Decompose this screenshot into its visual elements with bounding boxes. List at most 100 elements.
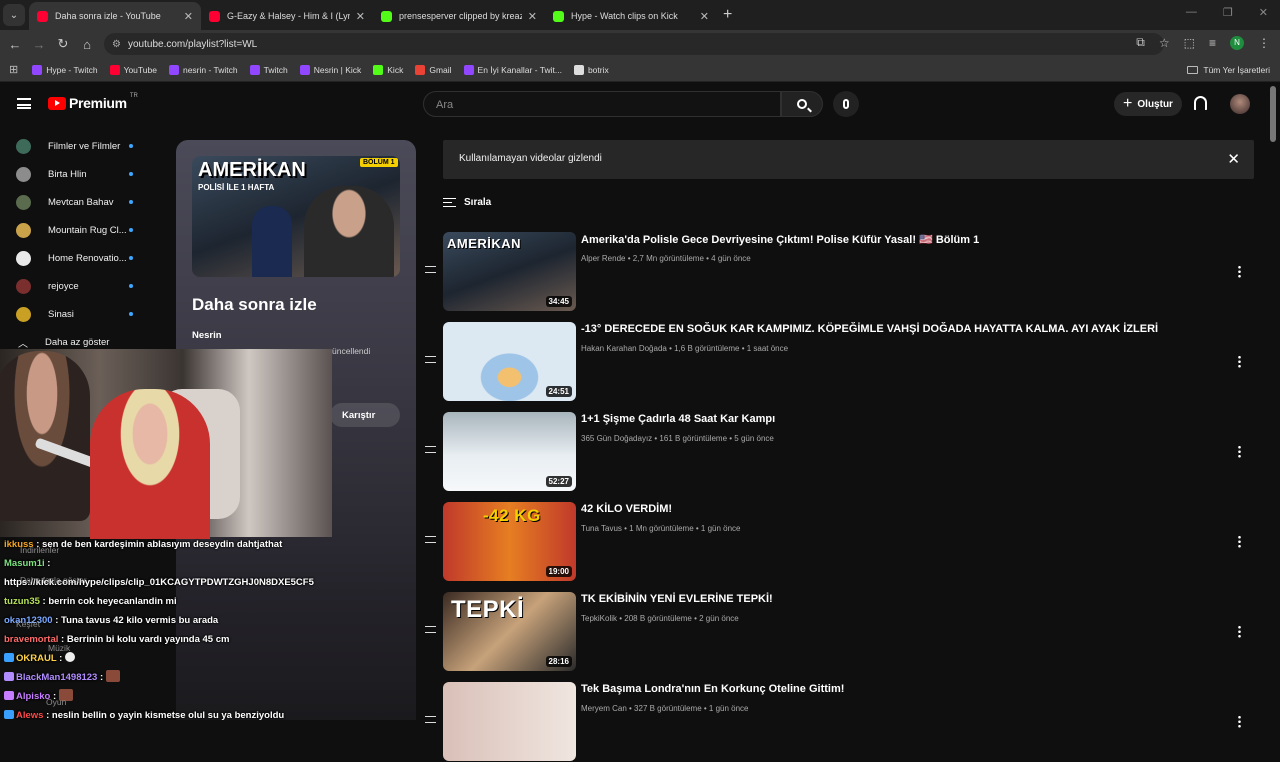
shuffle-button[interactable]: Karıştır [330, 403, 400, 427]
video-title[interactable]: Amerika'da Polisle Gece Devriyesine Çıkt… [581, 233, 979, 246]
video-title[interactable]: TK EKİBİNİN YENİ EVLERİNE TEPKİ! [581, 593, 773, 605]
bookmark-item[interactable]: Twitch [249, 64, 288, 75]
tab-close-icon[interactable]: ✕ [184, 10, 193, 23]
video-channel[interactable]: Meryem Can [581, 704, 627, 713]
bookmark-item[interactable]: Gmail [415, 64, 452, 75]
chat-username[interactable]: OKRAUL [16, 653, 56, 664]
video-title[interactable]: 42 KİLO VERDİM! [581, 503, 672, 515]
video-thumbnail[interactable]: 24:51 [443, 322, 576, 401]
chat-username[interactable]: Masum1i [4, 558, 45, 569]
bookmark-item[interactable]: YouTube [109, 64, 157, 75]
video-channel[interactable]: 365 Gün Doğadayız [581, 434, 652, 443]
chat-username[interactable]: Alews [16, 710, 43, 720]
search-button[interactable] [781, 91, 823, 117]
page-scrollbar[interactable] [1270, 86, 1276, 142]
reload-icon[interactable]: ↻ [51, 36, 75, 52]
drag-handle-icon[interactable] [425, 626, 436, 633]
tab-close-icon[interactable]: ✕ [356, 10, 365, 23]
bookmark-item[interactable]: En İyi Kanallar - Twit... [463, 64, 562, 75]
browser-tab[interactable]: G-Eazy & Halsey - Him & I (Lyri ✕ [201, 2, 373, 30]
minimize-icon[interactable]: — [1186, 6, 1197, 19]
video-channel[interactable]: Hakan Karahan Doğada [581, 344, 667, 353]
hamburger-menu-icon[interactable] [17, 98, 31, 109]
chat-username[interactable]: BlackMan1498123 [16, 672, 97, 683]
sidebar-channel-item[interactable]: Filmler ve Filmler [0, 132, 160, 160]
home-icon[interactable]: ⌂ [75, 37, 99, 52]
sidebar-channel-item[interactable]: Mountain Rug Cl... [0, 216, 160, 244]
video-channel[interactable]: Tuna Tavus [581, 524, 622, 533]
browser-menu-icon[interactable]: ⋮ [1258, 36, 1270, 50]
video-metadata: 365 Gün Doğadayız • 161 B görüntüleme • … [581, 434, 774, 443]
apps-grid-icon[interactable]: ⊞ [9, 63, 18, 76]
video-thumbnail[interactable]: TEPKİ 28:16 [443, 592, 576, 671]
url-bar[interactable]: ⚙ youtube.com/playlist?list=WL [104, 33, 1164, 55]
maximize-icon[interactable]: ❐ [1223, 6, 1233, 19]
video-channel[interactable]: Alper Rende [581, 254, 625, 263]
tab-close-icon[interactable]: ✕ [700, 10, 709, 23]
video-title[interactable]: -13° DERECEDE EN SOĞUK KAR KAMPIMIZ. KÖP… [581, 323, 1158, 335]
sidebar-channel-item[interactable]: rejoyce [0, 272, 160, 300]
more-actions-icon[interactable] [1238, 265, 1241, 278]
sort-button[interactable]: Sırala [443, 197, 491, 208]
bookmark-item[interactable]: Hype - Twitch [32, 64, 98, 75]
close-window-icon[interactable]: ✕ [1259, 6, 1268, 19]
video-thumbnail[interactable] [443, 682, 576, 761]
playlist-thumbnail[interactable]: AMERİKAN POLİSİ İLE 1 HAFTA BÖLÜM 1 [192, 156, 400, 277]
more-actions-icon[interactable] [1238, 625, 1241, 638]
create-button[interactable]: + Oluştur [1114, 92, 1182, 116]
search-input[interactable]: Ara [423, 91, 781, 117]
sidebar-channel-item[interactable]: Sinasi [0, 300, 160, 328]
bookmark-item[interactable]: nesrin - Twitch [168, 64, 238, 75]
sidebar-channel-item[interactable]: Birta Hlin [0, 160, 160, 188]
drag-handle-icon[interactable] [425, 266, 436, 273]
browser-tab[interactable]: Daha sonra izle - YouTube ✕ [29, 2, 201, 30]
playlist-thumb-subtitle: POLİSİ İLE 1 HAFTA [198, 183, 275, 192]
close-icon[interactable]: ✕ [1227, 150, 1240, 168]
video-thumbnail[interactable]: AMERİKAN 34:45 [443, 232, 576, 311]
back-arrow-icon[interactable]: ← [3, 37, 27, 52]
new-tab-plus-icon[interactable]: + [723, 6, 732, 24]
sidebar-channel-item[interactable]: Mevtcan Bahav [0, 188, 160, 216]
video-thumbnail[interactable]: -42 KG 19:00 [443, 502, 576, 581]
video-title[interactable]: 1+1 Şişme Çadırla 48 Saat Kar Kampı [581, 413, 775, 425]
drag-handle-icon[interactable] [425, 536, 436, 543]
youtube-premium-logo[interactable]: Premium TR [48, 93, 138, 111]
bookmark-star-icon[interactable]: ☆ [1159, 36, 1170, 50]
playlist-video-row[interactable]: Tek Başıma Londra'nın En Korkunç Oteline… [420, 682, 1250, 762]
video-thumbnail[interactable]: 52:27 [443, 412, 576, 491]
bookmark-item[interactable]: botrix [573, 64, 609, 75]
bookmark-item[interactable]: Nesrin | Kick [299, 64, 361, 75]
all-bookmarks-label: Tüm Yer İşaretleri [1203, 64, 1270, 75]
playlist-video-row[interactable]: TEPKİ 28:16 TK EKİBİNİN YENİ EVLERİNE TEPK… [420, 592, 1250, 672]
more-actions-icon[interactable] [1238, 535, 1241, 548]
profile-avatar[interactable]: N [1230, 35, 1244, 50]
media-controls-icon[interactable]: ≡ [1209, 36, 1216, 50]
more-actions-icon[interactable] [1238, 355, 1241, 368]
all-bookmarks-folder[interactable]: Tüm Yer İşaretleri [1187, 65, 1270, 75]
playlist-video-row[interactable]: 24:51 -13° DERECEDE EN SOĞUK KAR KAMPIMIZ… [420, 322, 1250, 402]
drag-handle-icon[interactable] [425, 446, 436, 453]
playlist-video-row[interactable]: 52:27 1+1 Şişme Çadırla 48 Saat Kar Kampı… [420, 412, 1250, 492]
voice-search-button[interactable] [833, 91, 859, 117]
site-info-icon[interactable]: ⚙ [112, 39, 121, 50]
forward-arrow-icon[interactable]: → [27, 37, 51, 52]
drag-handle-icon[interactable] [425, 356, 436, 363]
playlist-video-row[interactable]: -42 KG 19:00 42 KİLO VERDİM! Tuna Tavus • 1… [420, 502, 1250, 582]
tab-search-chevron-icon[interactable]: ⌄ [3, 4, 25, 26]
playlist-video-row[interactable]: AMERİKAN 34:45 Amerika'da Polisle Gece Dev… [420, 232, 1250, 312]
bookmark-item[interactable]: Kick [373, 64, 403, 75]
browser-tab[interactable]: prensesperver clipped by kreazi ✕ [373, 2, 545, 30]
playlist-owner[interactable]: Nesrin [192, 330, 222, 341]
account-avatar[interactable] [1230, 94, 1250, 114]
browser-tab[interactable]: Hype - Watch clips on Kick ✕ [545, 2, 717, 30]
more-actions-icon[interactable] [1238, 445, 1241, 458]
tab-close-icon[interactable]: ✕ [528, 10, 537, 23]
sidebar-channel-item[interactable]: Home Renovatio... [0, 244, 160, 272]
cast-icon[interactable]: ⧉ [1136, 35, 1145, 50]
chat-username[interactable]: tuzun35 [4, 596, 40, 607]
extensions-puzzle-icon[interactable]: ⬚ [1184, 36, 1195, 50]
notifications-bell-icon[interactable] [1194, 96, 1207, 110]
video-channel[interactable]: TepkiKolik [581, 614, 617, 623]
more-actions-icon[interactable] [1238, 715, 1241, 728]
video-title[interactable]: Tek Başıma Londra'nın En Korkunç Oteline… [581, 683, 844, 695]
